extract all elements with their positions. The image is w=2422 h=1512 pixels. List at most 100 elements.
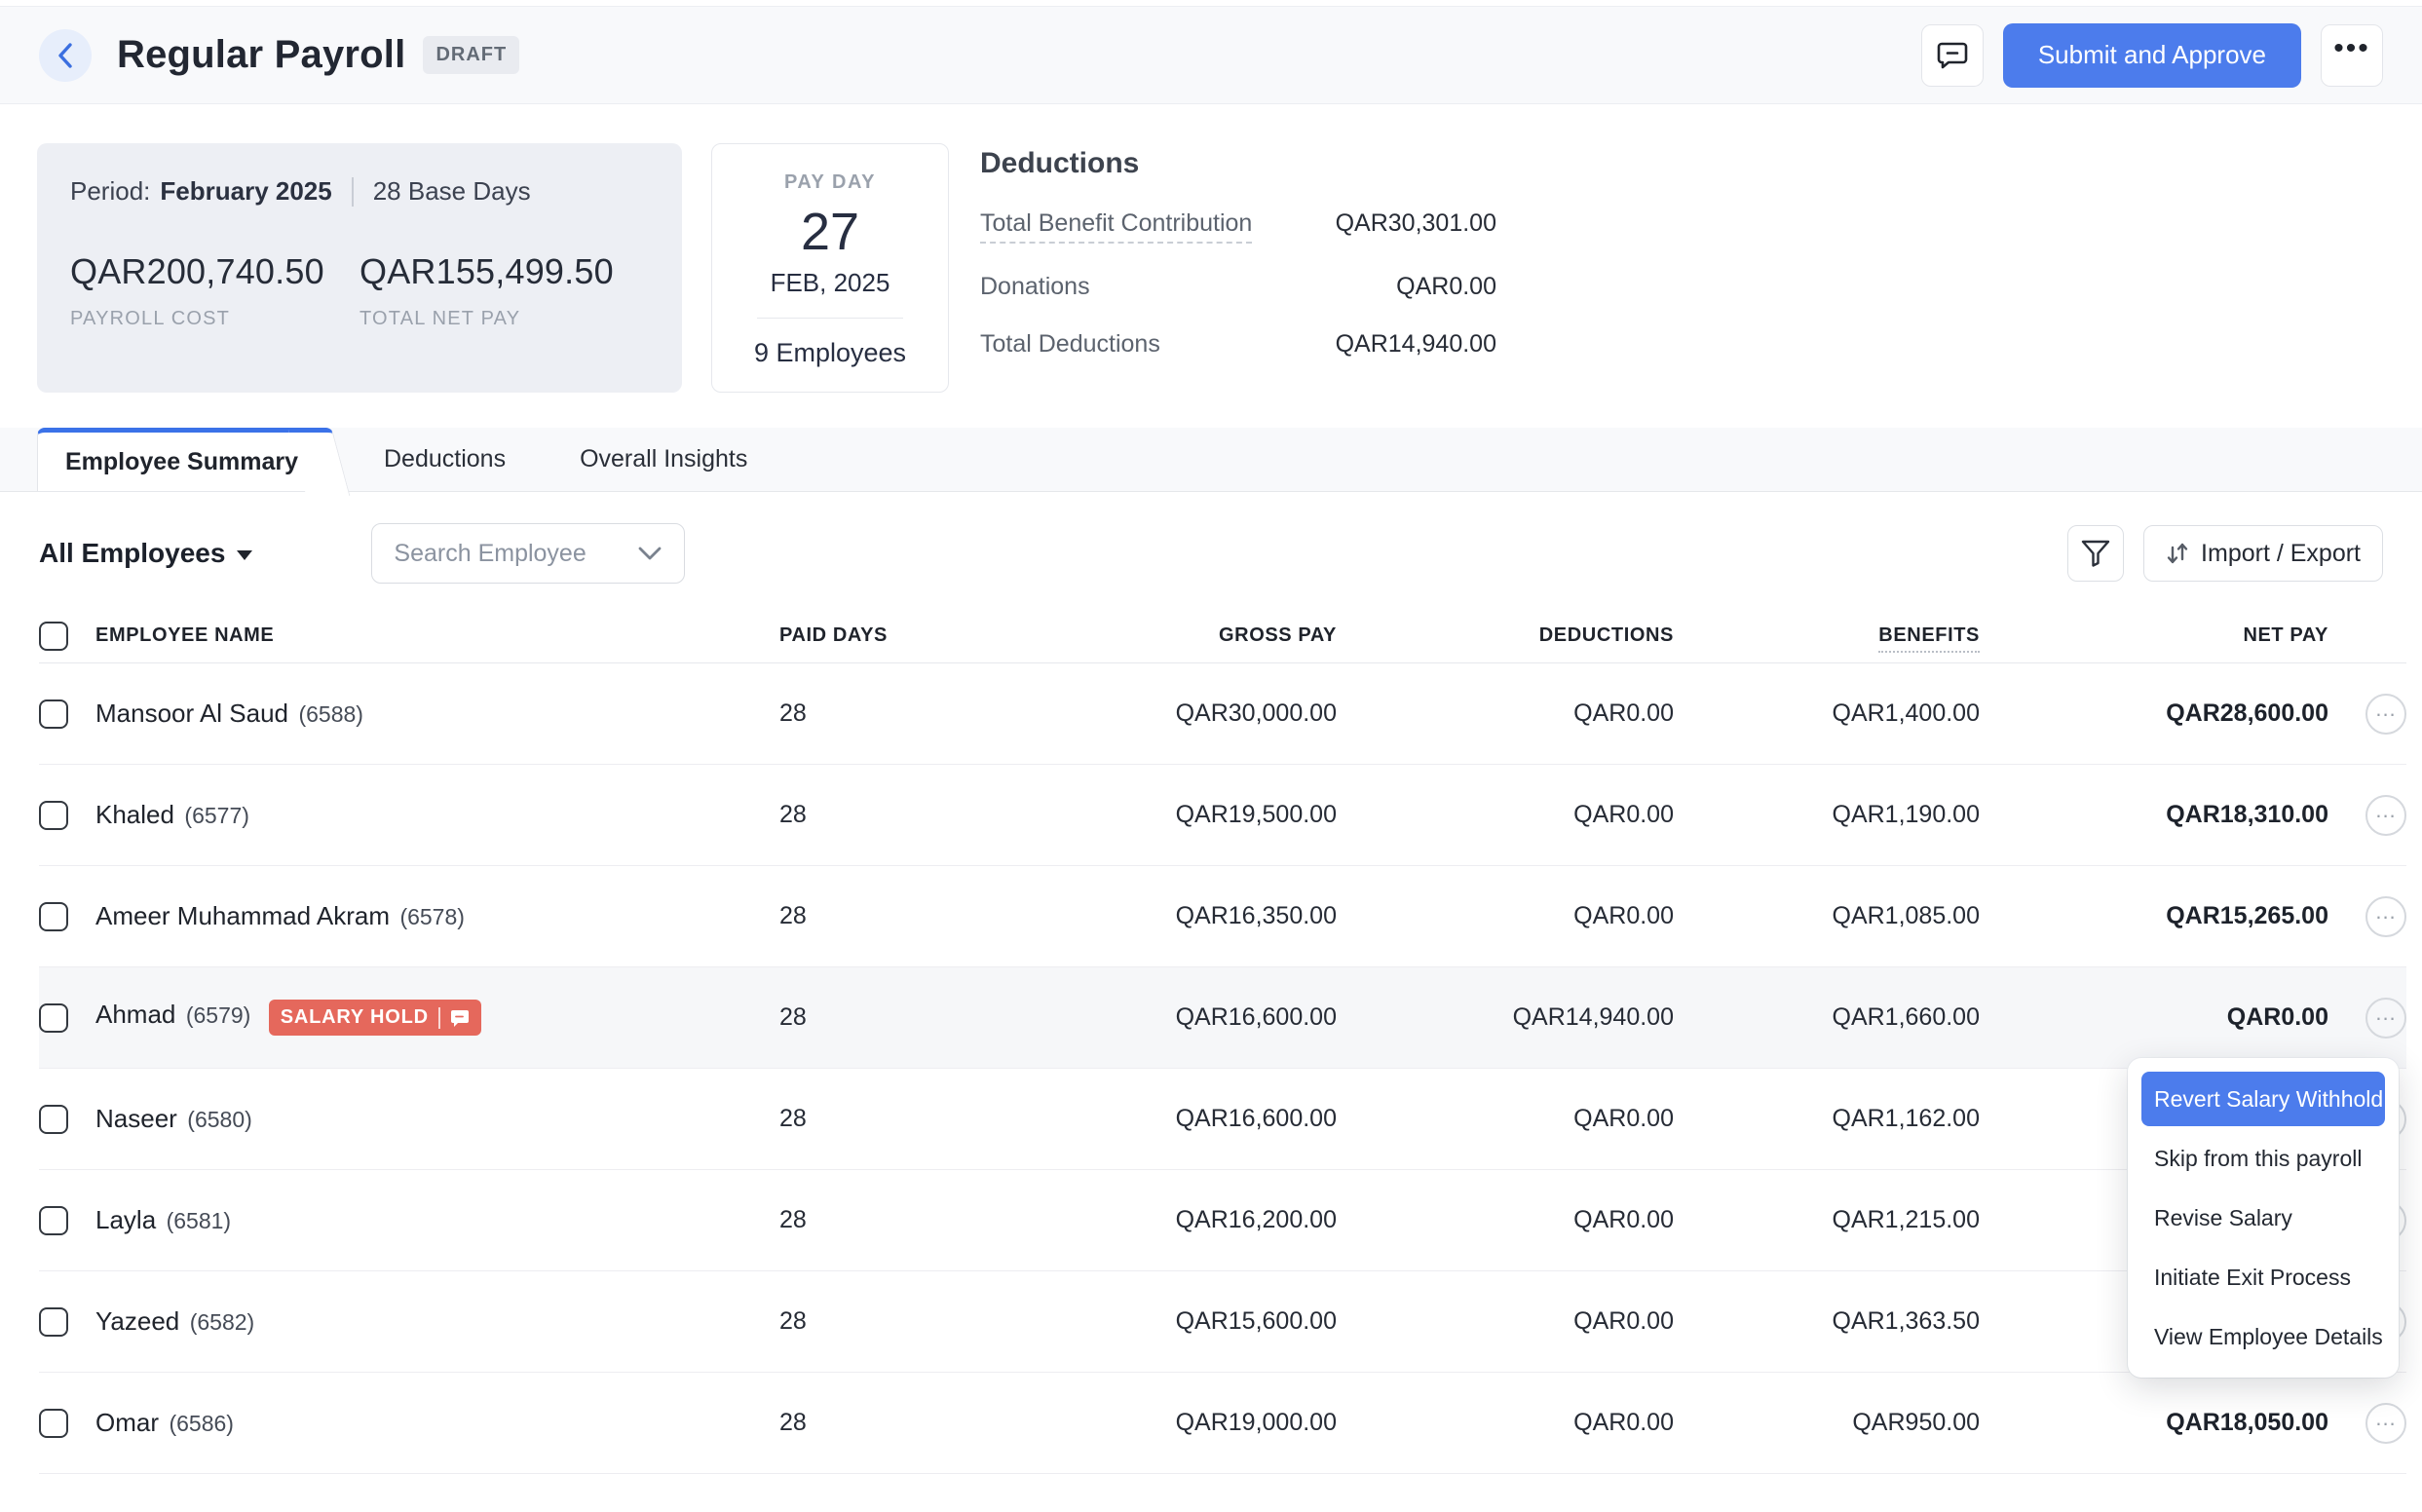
paid-days-value: 28 xyxy=(779,1409,1120,1437)
gross-pay-value: QAR30,000.00 xyxy=(1120,699,1337,728)
row-actions-button[interactable]: ... xyxy=(2365,694,2406,735)
ellipsis-icon: ... xyxy=(2375,1406,2396,1431)
header-actions: Submit and Approve ••• xyxy=(1921,23,2383,88)
net-pay-value: QAR28,600.00 xyxy=(1980,699,2328,728)
table-row: Ameer Muhammad Akram (6578) 28 QAR16,350… xyxy=(39,866,2406,967)
employee-id: (6588) xyxy=(298,701,362,727)
col-employee-name: EMPLOYEE NAME xyxy=(95,624,274,647)
base-days: 28 Base Days xyxy=(373,176,531,207)
row-checkbox[interactable] xyxy=(39,902,68,931)
paid-days-value: 28 xyxy=(779,1206,1120,1234)
deductions-value: QAR0.00 xyxy=(1337,1409,1674,1437)
row-context-menu: Revert Salary Withhold Skip from this pa… xyxy=(2128,1058,2399,1378)
tab-overall-insights[interactable]: Overall Insights xyxy=(543,428,784,491)
table-row: Naseer (6580) 28 QAR16,600.00 QAR0.00 QA… xyxy=(39,1069,2406,1170)
net-pay-value: QAR0.00 xyxy=(1980,1003,2328,1032)
context-menu-item[interactable]: Initiate Exit Process xyxy=(2141,1250,2385,1304)
employee-id: (6579) xyxy=(186,1002,250,1028)
donations-label: Donations xyxy=(980,273,1090,301)
ellipsis-icon: ... xyxy=(2375,697,2396,722)
comments-button[interactable] xyxy=(1921,24,1984,87)
gross-pay-value: QAR16,200.00 xyxy=(1120,1206,1337,1234)
employee-id: (6581) xyxy=(167,1208,231,1233)
deductions-value: QAR0.00 xyxy=(1337,1206,1674,1234)
employee-id: (6580) xyxy=(187,1107,251,1132)
employee-name: Naseer xyxy=(95,1104,177,1133)
benefits-value: QAR1,660.00 xyxy=(1674,1003,1980,1032)
col-gross-pay: GROSS PAY xyxy=(1120,624,1337,647)
payday-month-year: FEB, 2025 xyxy=(771,268,890,298)
net-pay-value: QAR18,310.00 xyxy=(1980,801,2328,829)
paid-days-value: 28 xyxy=(779,902,1120,930)
paid-days-value: 28 xyxy=(779,699,1120,728)
deductions-value: QAR0.00 xyxy=(1337,1105,1674,1133)
ellipsis-icon: ... xyxy=(2375,1001,2396,1026)
row-actions-button[interactable]: ... xyxy=(2365,896,2406,937)
deductions-value: QAR0.00 xyxy=(1337,801,1674,829)
gross-pay-value: QAR19,000.00 xyxy=(1120,1409,1337,1437)
tab-bar: Employee Summary Deductions Overall Insi… xyxy=(0,428,2422,492)
row-checkbox[interactable] xyxy=(39,1105,68,1134)
period-card: Period: February 2025 28 Base Days QAR20… xyxy=(37,143,682,393)
benefits-value: QAR950.00 xyxy=(1674,1409,1980,1437)
divider xyxy=(757,318,903,319)
employee-filter-dropdown[interactable]: All Employees xyxy=(39,538,252,569)
tab-deductions[interactable]: Deductions xyxy=(347,428,543,491)
row-actions-button[interactable]: ... xyxy=(2365,795,2406,836)
benefits-value: QAR1,215.00 xyxy=(1674,1206,1980,1234)
row-actions-button[interactable]: ... xyxy=(2365,998,2406,1039)
table-row: Omar (6586) 28 QAR19,000.00 QAR0.00 QAR9… xyxy=(39,1373,2406,1474)
row-checkbox[interactable] xyxy=(39,1409,68,1438)
window-top-strip xyxy=(0,0,2422,7)
ellipsis-icon: ... xyxy=(2375,899,2396,925)
table-header-row: EMPLOYEE NAME PAID DAYS GROSS PAY DEDUCT… xyxy=(39,609,2406,663)
select-all-checkbox[interactable] xyxy=(39,622,68,651)
total-net-pay-label: TOTAL NET PAY xyxy=(360,308,649,330)
row-checkbox[interactable] xyxy=(39,699,68,729)
context-menu-item[interactable]: Revise Salary xyxy=(2141,1191,2385,1245)
submit-and-approve-button[interactable]: Submit and Approve xyxy=(2003,23,2301,88)
paid-days-value: 28 xyxy=(779,1307,1120,1336)
more-options-button[interactable]: ••• xyxy=(2321,24,2383,87)
context-menu-item[interactable]: Revert Salary Withhold xyxy=(2141,1072,2385,1126)
gross-pay-value: QAR16,600.00 xyxy=(1120,1003,1337,1032)
row-checkbox[interactable] xyxy=(39,1307,68,1337)
import-export-icon xyxy=(2166,539,2189,568)
employee-id: (6578) xyxy=(399,904,464,929)
benefits-value: QAR1,400.00 xyxy=(1674,699,1980,728)
employee-filter-label: All Employees xyxy=(39,538,225,569)
payroll-cost-label: PAYROLL COST xyxy=(70,308,360,330)
search-employee-placeholder: Search Employee xyxy=(394,540,637,568)
employee-name: Mansoor Al Saud xyxy=(95,699,288,728)
deductions-value: QAR0.00 xyxy=(1337,699,1674,728)
funnel-icon xyxy=(2081,540,2110,567)
salary-hold-label: SALARY HOLD xyxy=(281,1006,429,1029)
back-button[interactable] xyxy=(39,29,92,82)
row-checkbox[interactable] xyxy=(39,801,68,830)
table-toolbar: All Employees Search Employee Import / E… xyxy=(0,492,2422,609)
row-checkbox[interactable] xyxy=(39,1003,68,1033)
employee-name: Yazeed xyxy=(95,1306,179,1336)
context-menu-item[interactable]: View Employee Details xyxy=(2141,1309,2385,1364)
total-benefit-contribution-label[interactable]: Total Benefit Contribution xyxy=(980,209,1252,244)
employee-id: (6586) xyxy=(169,1411,233,1436)
filter-button[interactable] xyxy=(2067,525,2124,582)
table-row: Khaled (6577) 28 QAR19,500.00 QAR0.00 QA… xyxy=(39,765,2406,866)
row-checkbox[interactable] xyxy=(39,1206,68,1235)
paid-days-value: 28 xyxy=(779,1105,1120,1133)
context-menu-item[interactable]: Skip from this payroll xyxy=(2141,1131,2385,1186)
total-net-pay-value: QAR155,499.50 xyxy=(360,251,649,292)
table-row: Layla (6581) 28 QAR16,200.00 QAR0.00 QAR… xyxy=(39,1170,2406,1271)
employee-name: Ameer Muhammad Akram xyxy=(95,901,390,930)
ellipsis-icon: ••• xyxy=(2333,49,2370,62)
deductions-value: QAR0.00 xyxy=(1337,1307,1674,1336)
page-title: Regular Payroll xyxy=(117,33,405,77)
payday-card: PAY DAY 27 FEB, 2025 9 Employees xyxy=(711,143,949,393)
row-actions-button[interactable]: ... xyxy=(2365,1403,2406,1444)
paid-days-value: 28 xyxy=(779,801,1120,829)
search-employee-select[interactable]: Search Employee xyxy=(371,523,685,584)
col-benefits[interactable]: BENEFITS xyxy=(1674,624,1980,647)
tab-employee-summary[interactable]: Employee Summary xyxy=(37,428,318,491)
benefits-value: QAR1,190.00 xyxy=(1674,801,1980,829)
import-export-button[interactable]: Import / Export xyxy=(2143,525,2383,582)
